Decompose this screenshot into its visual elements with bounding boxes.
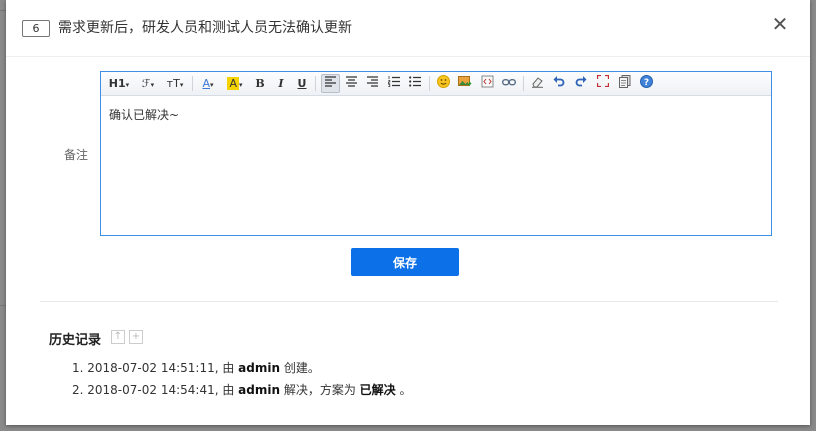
font-size-button[interactable]: ᴛT▾ (164, 75, 186, 92)
heading-button[interactable]: H1▾ (108, 75, 130, 92)
history-reverse-icon[interactable]: ↑ (111, 330, 125, 344)
remark-label: 备注 (64, 148, 89, 162)
bg-color-button[interactable]: A ▾ (224, 75, 246, 92)
close-icon[interactable]: ✕ (770, 14, 790, 34)
help-icon[interactable]: ? (638, 75, 654, 92)
toolbar-separator (192, 76, 193, 91)
redo-icon[interactable] (573, 75, 589, 92)
history-expand-icon[interactable]: + (129, 330, 143, 344)
ordered-list-icon[interactable] (386, 75, 401, 92)
save-button[interactable]: 保存 (351, 248, 459, 276)
italic-button[interactable]: I (274, 75, 288, 92)
dialog-header: 6 需求更新后，研发人员和测试人员无法确认更新 ✕ (6, 0, 810, 57)
fullscreen-icon[interactable] (595, 74, 611, 92)
link-icon[interactable] (501, 75, 517, 92)
history-user: admin (238, 361, 281, 375)
toolbar-separator (315, 76, 316, 91)
underline-button[interactable]: U (295, 75, 309, 92)
history-resolution: 已解决 (359, 383, 396, 397)
align-left-icon[interactable] (321, 74, 340, 93)
editor-content[interactable]: 确认已解决~ (109, 106, 179, 123)
bold-button[interactable]: B (253, 75, 267, 92)
templates-icon[interactable] (617, 75, 633, 92)
history-title: 历史记录 (49, 333, 102, 348)
bullet-list-icon[interactable] (407, 75, 422, 92)
font-color-button[interactable]: A▾ (198, 75, 218, 92)
insert-image-icon[interactable] (457, 75, 473, 92)
history-user: admin (238, 383, 281, 397)
history-entry: 1. 2018-07-02 14:51:11, 由 admin 创建。 (72, 361, 320, 375)
align-center-icon[interactable] (344, 75, 359, 92)
align-right-icon[interactable] (365, 75, 380, 92)
section-divider (40, 301, 778, 302)
history-entry: 2. 2018-07-02 14:54:41, 由 admin 解决，方案为 已… (72, 383, 412, 397)
dialog-title: 需求更新后，研发人员和测试人员无法确认更新 (58, 20, 352, 36)
toolbar-separator (523, 76, 524, 91)
undo-icon[interactable] (551, 75, 567, 92)
remark-editor[interactable]: H1▾ ℱ▾ ᴛT▾ A▾ A ▾ B I U ? 确认已解决~ (100, 71, 772, 236)
help-icon-glyph: ? (643, 78, 648, 88)
story-id-badge: 6 (22, 20, 50, 37)
editor-toolbar: H1▾ ℱ▾ ᴛT▾ A▾ A ▾ B I U ? (101, 72, 771, 96)
dialog: 6 需求更新后，研发人员和测试人员无法确认更新 ✕ 备注 H1▾ ℱ▾ ᴛT▾ … (6, 0, 810, 425)
emoticon-icon[interactable] (435, 75, 451, 92)
font-family-button[interactable]: ℱ▾ (138, 75, 158, 92)
insert-code-icon[interactable] (479, 75, 495, 92)
history-list: 1. 2018-07-02 14:51:11, 由 admin 创建。 2. 2… (72, 357, 412, 401)
toolbar-separator (429, 76, 430, 91)
eraser-icon[interactable] (529, 75, 545, 92)
